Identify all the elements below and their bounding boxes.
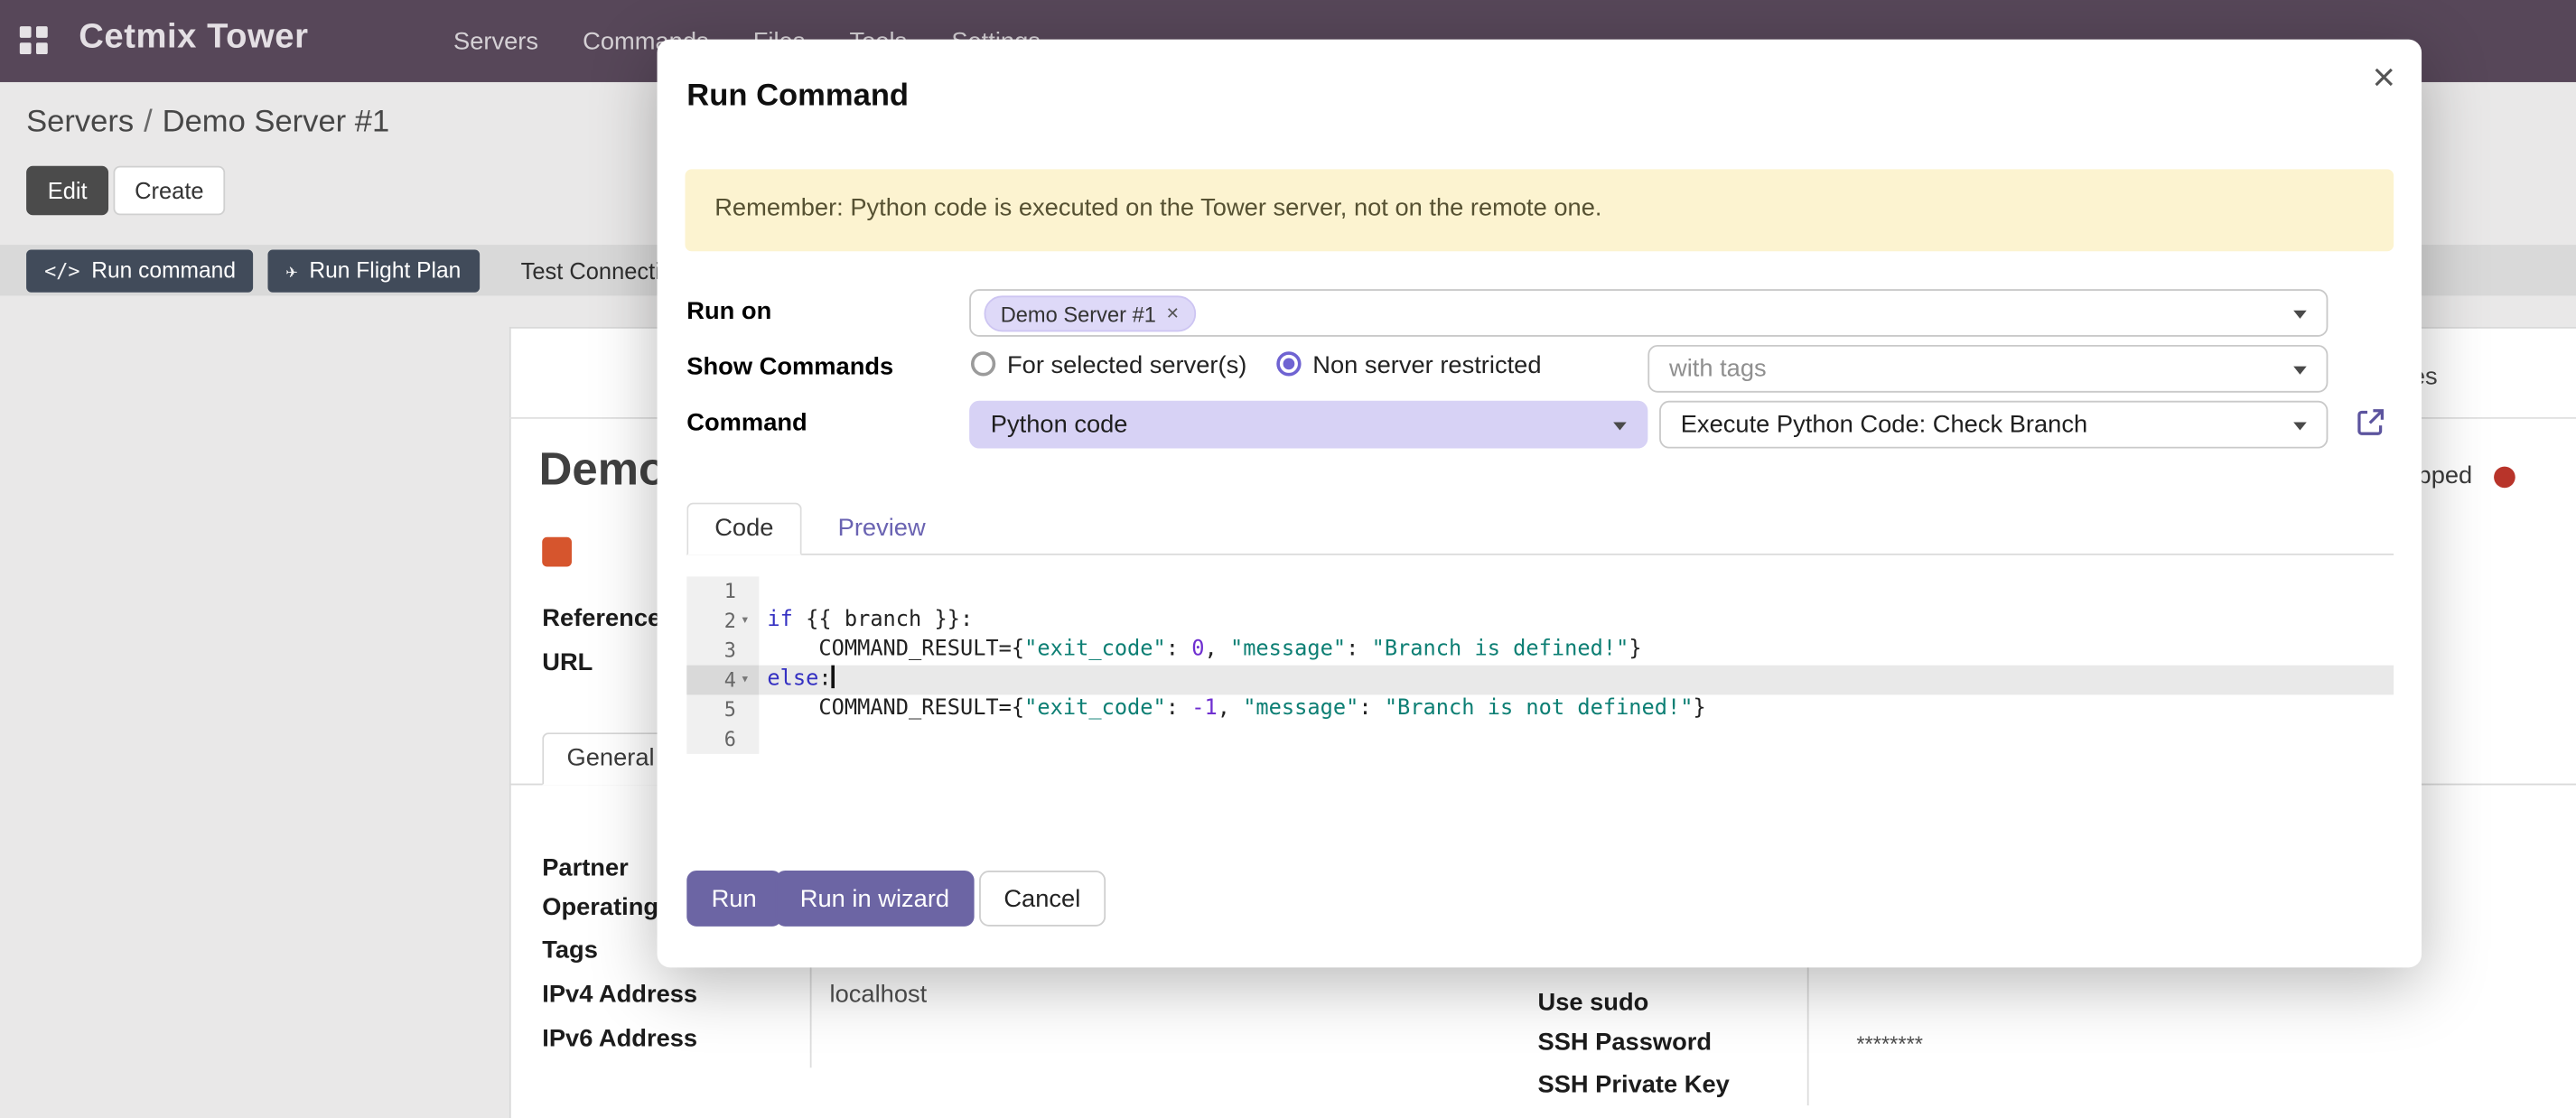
field-value-ipv4[interactable]: localhost: [830, 981, 928, 1009]
caret-down-icon: [2293, 311, 2307, 319]
run-button[interactable]: Run: [686, 871, 781, 927]
field-label-ssh-private-key: SSH Private Key: [1537, 1071, 1729, 1099]
app-root: Cetmix Tower Servers Commands Files Tool…: [0, 0, 2576, 1118]
radio-non-server-restricted[interactable]: [1276, 351, 1301, 376]
field-label-reference: Reference: [542, 604, 661, 632]
run-on-select[interactable]: Demo Server #1 ✕: [969, 289, 2328, 337]
caret-down-icon: [1613, 422, 1627, 430]
gutter-line-5: 5: [686, 694, 759, 724]
close-icon[interactable]: ×: [2372, 59, 2394, 98]
gutter-line-1: 1: [686, 576, 759, 606]
run-in-wizard-button[interactable]: Run in wizard: [776, 871, 975, 927]
breadcrumb-separator: /: [144, 105, 153, 139]
plane-icon: ✈: [285, 261, 297, 281]
breadcrumb: Servers / Demo Server #1: [26, 105, 389, 141]
radio-for-selected-servers-label[interactable]: For selected server(s): [1007, 351, 1246, 379]
gutter-line-3: 3: [686, 636, 759, 666]
cancel-button[interactable]: Cancel: [979, 871, 1106, 927]
server-chip-label: Demo Server #1: [1001, 302, 1156, 326]
field-label-use-sudo: Use sudo: [1537, 989, 1648, 1017]
command-select-value: Execute Python Code: Check Branch: [1661, 403, 2327, 447]
python-warning-alert: Remember: Python code is executed on the…: [685, 169, 2394, 251]
field-label-ipv6: IPv6 Address: [542, 1025, 697, 1053]
fold-arrow-icon[interactable]: ▾: [736, 606, 754, 636]
run-on-label: Run on: [686, 297, 771, 325]
caret-down-icon: [2293, 367, 2307, 375]
alert-text: Remember: Python code is executed on the…: [685, 169, 2394, 246]
command-type-select[interactable]: Python code: [969, 401, 1647, 449]
apps-menu-icon[interactable]: [20, 26, 50, 56]
field-label-url: URL: [542, 648, 593, 676]
show-commands-label: Show Commands: [686, 353, 893, 381]
radio-non-server-restricted-label[interactable]: Non server restricted: [1312, 351, 1541, 379]
status-stopped-dot: [2494, 467, 2515, 489]
editor-gutter: 1 2▾ 3 4▾ 5 6: [686, 576, 759, 753]
create-button[interactable]: Create: [114, 166, 226, 216]
menu-item-servers[interactable]: Servers: [453, 27, 538, 55]
chip-remove-icon[interactable]: ✕: [1166, 304, 1180, 322]
code-line-1[interactable]: [759, 576, 2394, 606]
gutter-line-2: 2▾: [686, 606, 759, 636]
field-value-ssh-password[interactable]: ********: [1856, 1031, 1923, 1056]
code-line-5[interactable]: COMMAND_RESULT={"exit_code": -1, "messag…: [759, 694, 2394, 724]
field-label-ssh-password: SSH Password: [1537, 1029, 1712, 1057]
code-line-6[interactable]: [759, 724, 2394, 754]
with-tags-placeholder: with tags: [1649, 347, 2326, 391]
modal-title: Run Command: [686, 79, 909, 115]
command-type-value: Python code: [971, 403, 1647, 447]
caret-down-icon: [2293, 422, 2307, 430]
text-cursor: [832, 666, 835, 688]
gutter-line-4: 4▾: [686, 666, 759, 695]
run-flight-plan-label: Run Flight Plan: [309, 260, 461, 283]
tab-preview[interactable]: Preview: [815, 503, 948, 555]
server-chip: Demo Server #1 ✕: [985, 295, 1197, 331]
command-select[interactable]: Execute Python Code: Check Branch: [1659, 401, 2328, 449]
field-label-partner: Partner: [542, 854, 629, 882]
gutter-line-6: 6: [686, 724, 759, 754]
field-label-tags: Tags: [542, 936, 598, 964]
field-label-ipv4: IPv4 Address: [542, 981, 697, 1009]
run-command-label: Run command: [91, 260, 236, 283]
fold-arrow-icon[interactable]: ▾: [736, 666, 754, 695]
code-icon: </>: [44, 261, 79, 281]
editor-code-area[interactable]: if {{ branch }}: COMMAND_RESULT={"exit_c…: [759, 576, 2394, 753]
run-command-modal: Run Command × Remember: Python code is e…: [658, 40, 2422, 968]
run-command-button[interactable]: </> Run command: [26, 249, 254, 292]
edit-button[interactable]: Edit: [26, 166, 108, 216]
breadcrumb-servers-link[interactable]: Servers: [26, 105, 134, 139]
tab-code[interactable]: Code: [686, 503, 801, 555]
app-brand: Cetmix Tower: [79, 18, 308, 58]
command-label: Command: [686, 409, 807, 437]
code-line-3[interactable]: COMMAND_RESULT={"exit_code": 0, "message…: [759, 636, 2394, 666]
with-tags-select[interactable]: with tags: [1647, 345, 2328, 393]
external-link-icon[interactable]: [2356, 407, 2385, 437]
server-color-swatch[interactable]: [542, 537, 572, 567]
breadcrumb-current: Demo Server #1: [163, 105, 390, 139]
code-line-2[interactable]: if {{ branch }}:: [759, 606, 2394, 636]
code-line-4[interactable]: else:: [759, 666, 2394, 695]
run-flight-plan-button[interactable]: ✈ Run Flight Plan: [267, 249, 479, 292]
radio-for-selected-servers[interactable]: [971, 351, 995, 376]
code-editor[interactable]: 1 2▾ 3 4▾ 5 6 if {{ branch }}: COMMAND_R…: [686, 576, 2394, 760]
